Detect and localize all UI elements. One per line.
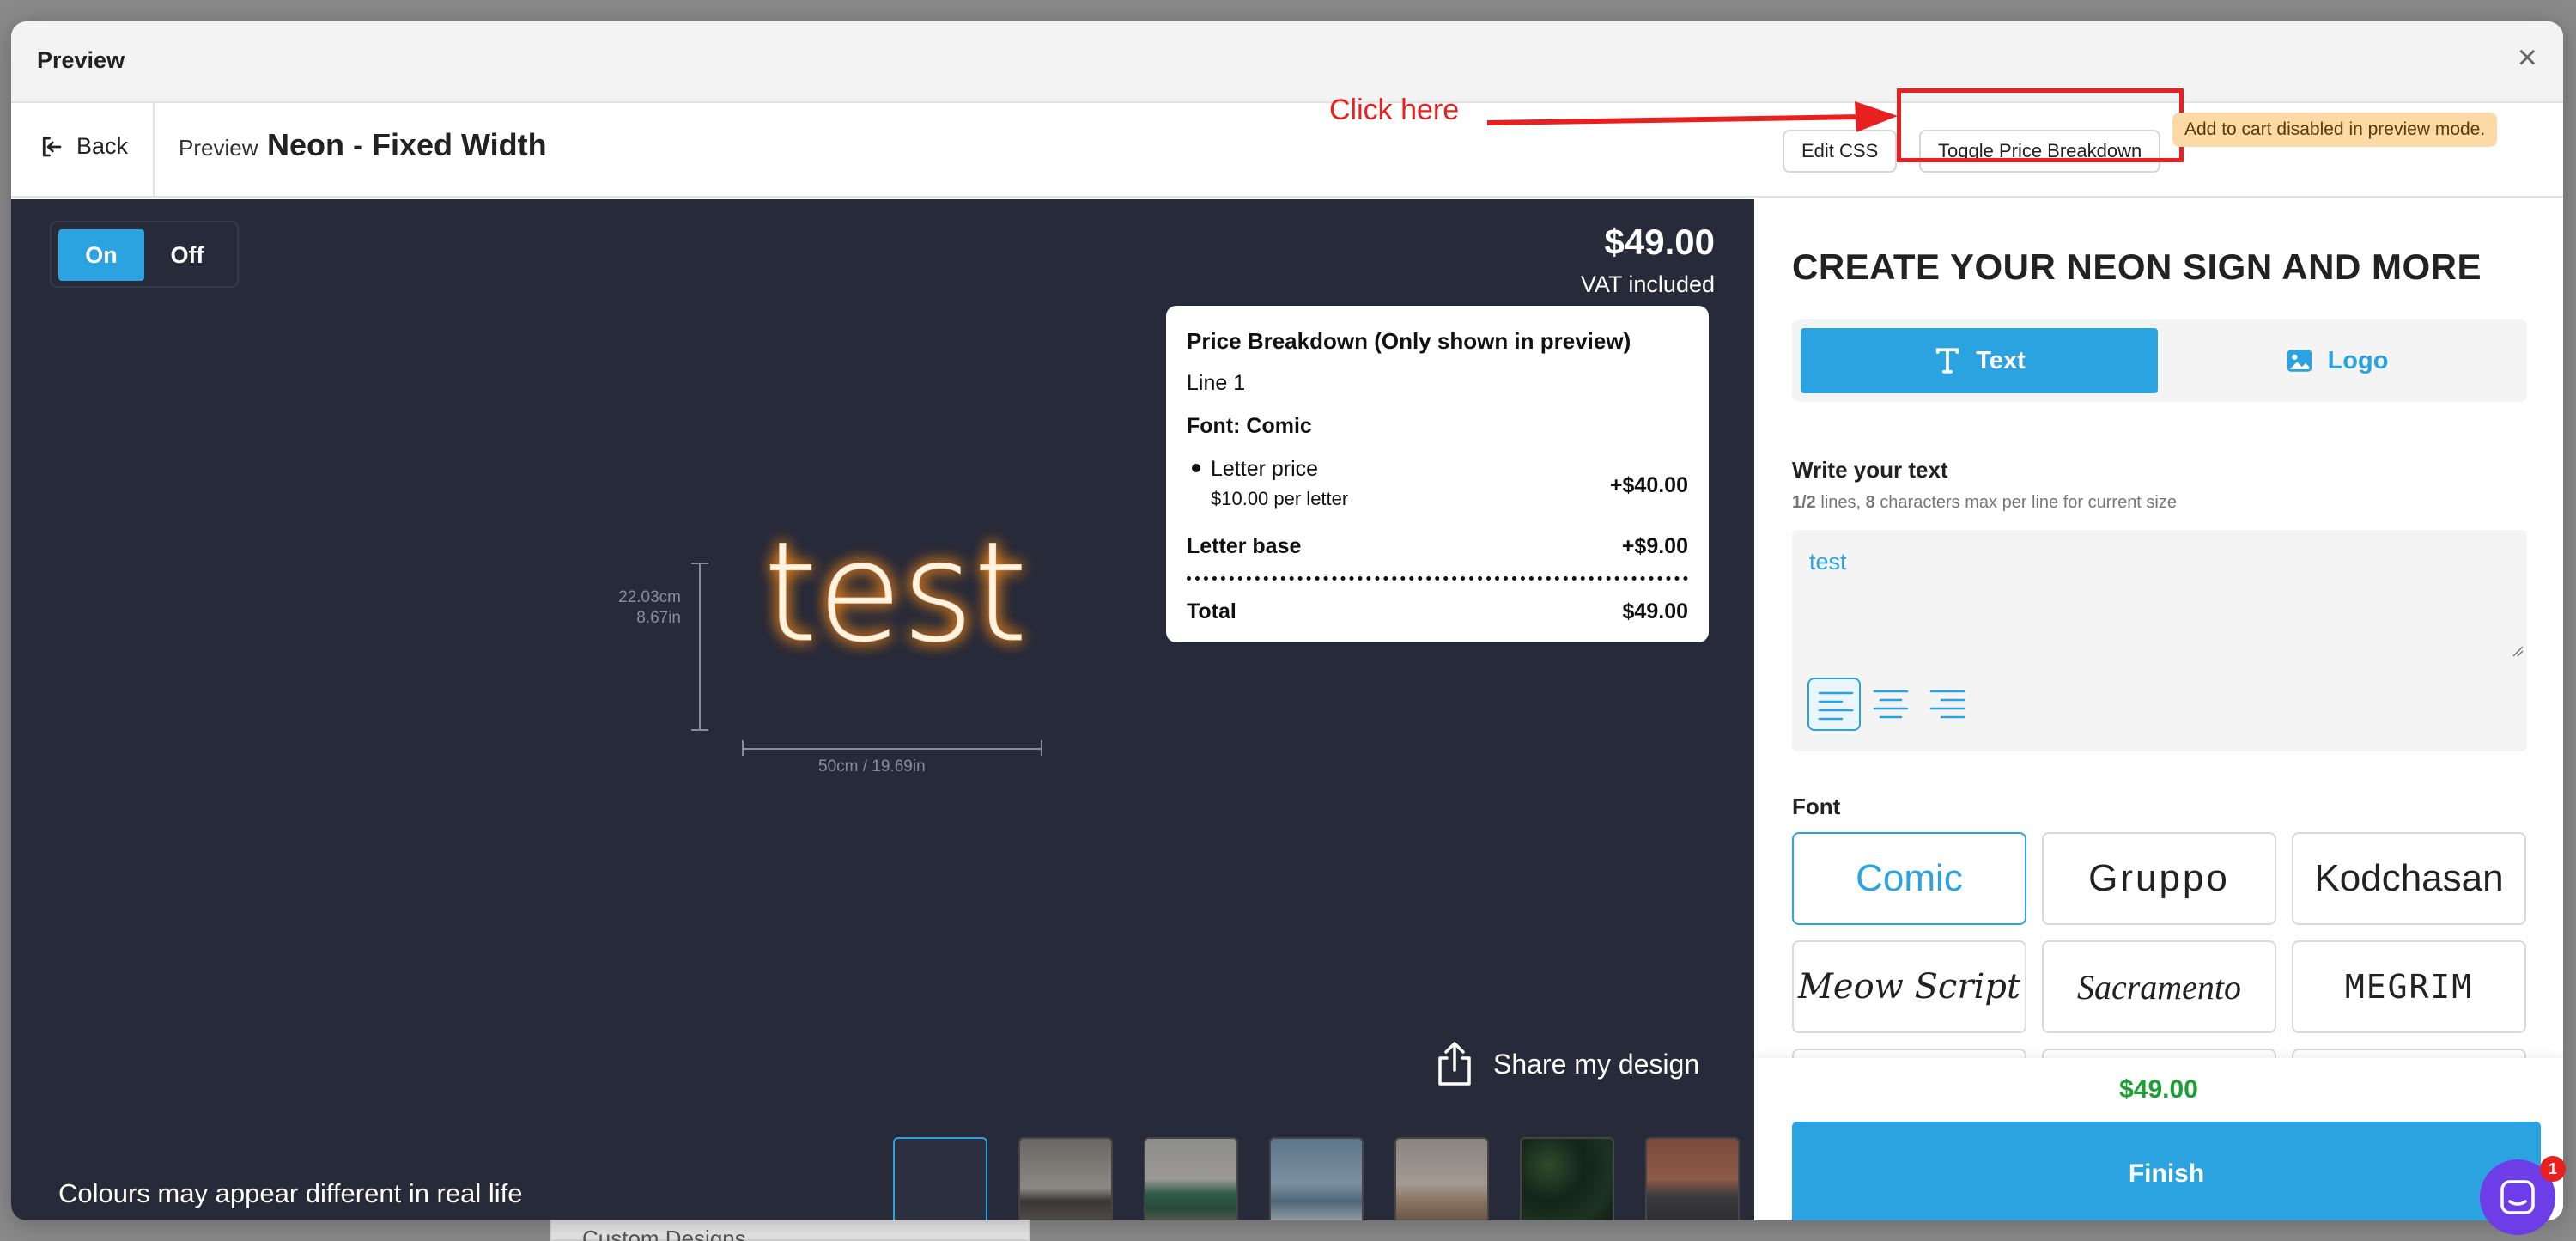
breakdown-heading: Price Breakdown (Only shown in preview) xyxy=(1187,328,1631,354)
align-center-button[interactable] xyxy=(1864,678,1917,731)
tab-logo[interactable]: Logo xyxy=(2158,328,2515,393)
letter-base-value: +$9.00 xyxy=(1621,534,1688,558)
height-dimension: 22.03cm 8.67in xyxy=(612,587,681,629)
price-breakdown-card: Price Breakdown (Only shown in preview) … xyxy=(1166,306,1709,642)
align-left-button[interactable] xyxy=(1807,678,1861,731)
total-label: Total xyxy=(1187,599,1236,624)
chat-icon xyxy=(2500,1180,2535,1214)
thumbnail-blue-room[interactable] xyxy=(1269,1137,1364,1220)
write-text-help: 1/2 lines, 8 characters max per line for… xyxy=(1792,493,2177,513)
thumbnail-beige-sofa[interactable] xyxy=(1394,1137,1489,1220)
breadcrumb: Preview xyxy=(179,135,258,161)
help-chars: 8 xyxy=(1865,493,1875,512)
help-lines: 1/2 xyxy=(1792,493,1816,512)
light-toggle: On Off xyxy=(50,221,239,288)
thumbnail-brick-wall[interactable] xyxy=(1645,1137,1740,1220)
bullet-icon xyxy=(1192,464,1200,472)
font-option-gruppo[interactable]: Gruppo xyxy=(2042,832,2276,925)
background-thumbnails xyxy=(893,1137,1740,1220)
chat-badge: 1 xyxy=(2540,1156,2566,1182)
share-label: Share my design xyxy=(1493,1048,1700,1080)
font-option-megrim[interactable]: MEGRIM xyxy=(2292,940,2526,1033)
letter-base-label: Letter base xyxy=(1187,534,1302,558)
configurator-panel: CREATE YOUR NEON SIGN AND MORE Text Logo… xyxy=(1754,199,2563,1220)
write-text-label: Write your text xyxy=(1792,457,1948,483)
height-in: 8.67in xyxy=(636,609,681,627)
design-preview-stage: On Off $49.00 VAT included Price Breakdo… xyxy=(11,199,1754,1220)
height-cm: 22.03cm xyxy=(618,588,681,606)
annotation-label: Click here xyxy=(1329,94,1460,126)
help-mid: lines, xyxy=(1815,493,1866,512)
share-icon xyxy=(1438,1042,1471,1086)
finish-button[interactable]: Finish xyxy=(1792,1122,2541,1220)
back-label: Back xyxy=(76,133,129,159)
toggle-off-button[interactable]: Off xyxy=(144,229,230,281)
resize-handle-icon[interactable] xyxy=(2512,645,2524,657)
letter-price-label: Letter price xyxy=(1211,457,1319,481)
dotted-divider xyxy=(1187,576,1688,581)
width-dimension: 50cm / 19.69in xyxy=(818,757,926,776)
close-icon[interactable]: × xyxy=(2518,40,2537,75)
align-right-button[interactable] xyxy=(1921,678,1974,731)
share-design-button[interactable]: Share my design xyxy=(1435,1041,1699,1087)
panel-footer: $49.00 Finish xyxy=(1754,1058,2563,1220)
background-page-label: Custom Designs xyxy=(582,1226,746,1241)
thumbnail-concrete-wall[interactable] xyxy=(1018,1137,1113,1220)
letter-price-value: +$40.00 xyxy=(1609,473,1688,497)
page-title: Neon - Fixed Width xyxy=(267,127,547,162)
colour-disclaimer: Colours may appear different in real lif… xyxy=(58,1178,523,1208)
sign-text-value: test xyxy=(1809,549,1847,575)
help-end: characters max per line for current size xyxy=(1874,493,2177,512)
thumbnail-hedge[interactable] xyxy=(1520,1137,1614,1220)
total-value: $49.00 xyxy=(1622,599,1688,624)
font-option-sacramento[interactable]: Sacramento xyxy=(2042,940,2276,1033)
toolbar-divider xyxy=(153,103,155,198)
tab-text-label: Text xyxy=(1976,346,2026,374)
font-option-comic[interactable]: Comic xyxy=(1792,832,2026,925)
toggle-on-button[interactable]: On xyxy=(58,229,144,281)
align-left-icon xyxy=(1818,691,1854,721)
modal-title: Preview xyxy=(37,47,125,73)
font-option-meow-script[interactable]: Meow Script xyxy=(1792,940,2026,1033)
tab-logo-label: Logo xyxy=(2327,346,2389,374)
font-option-kodchasan[interactable]: Kodchasan xyxy=(2292,832,2526,925)
cart-disabled-notice: Add to cart disabled in preview mode. xyxy=(2172,113,2498,147)
neon-sign-preview: test test xyxy=(763,512,1028,673)
annotation-arrow-icon xyxy=(1486,101,1898,132)
back-button[interactable]: Back xyxy=(39,133,128,160)
image-icon xyxy=(2287,350,2312,372)
preview-modal: Preview × Back Preview Neon - Fixed Widt… xyxy=(11,21,2563,1220)
font-label: Font xyxy=(1792,794,1841,819)
text-icon xyxy=(1936,348,1959,374)
mode-tabs: Text Logo xyxy=(1792,319,2527,402)
stage-price: $49.00 xyxy=(1604,222,1715,262)
thumbnail-green-sofa[interactable] xyxy=(1144,1137,1238,1220)
breakdown-font: Font: Comic xyxy=(1187,414,1312,438)
exit-icon xyxy=(42,137,62,156)
panel-heading: CREATE YOUR NEON SIGN AND MORE xyxy=(1792,246,2482,287)
vat-note: VAT included xyxy=(1580,271,1715,297)
thumbnail-none[interactable] xyxy=(893,1137,987,1220)
footer-price: $49.00 xyxy=(2119,1075,2198,1104)
annotation-highlight-box xyxy=(1897,88,2184,162)
align-right-icon xyxy=(1929,690,1965,719)
breakdown-line: Line 1 xyxy=(1187,371,1246,395)
letter-price-sub: $10.00 per letter xyxy=(1211,488,1349,509)
chat-launcher[interactable]: 1 xyxy=(2480,1156,2566,1235)
tab-text[interactable]: Text xyxy=(1801,328,2158,393)
neon-text: test xyxy=(763,512,1027,672)
align-center-icon xyxy=(1873,690,1909,719)
sign-text-input[interactable]: test xyxy=(1792,530,2527,751)
